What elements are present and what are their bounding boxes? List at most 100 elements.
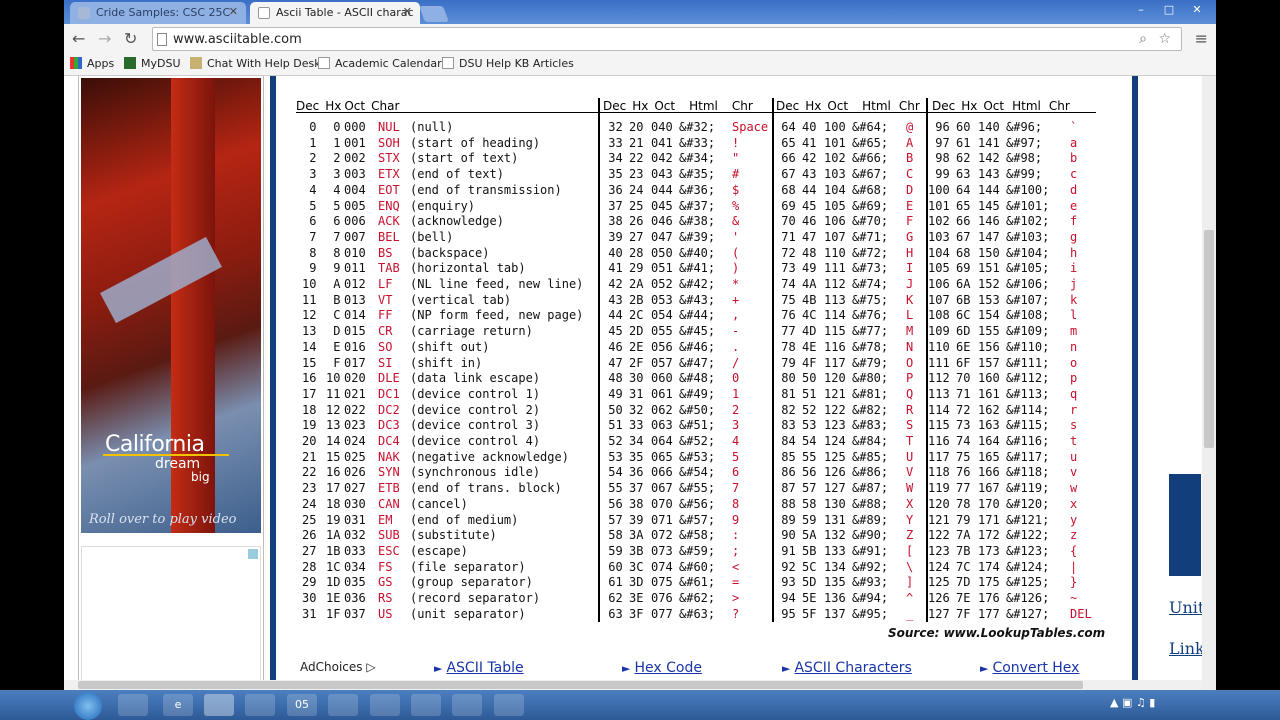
california-ad-image[interactable]: California dream big Roll over to play v…	[81, 78, 261, 533]
char-hex: 34	[629, 434, 644, 448]
dec-value: 14	[302, 339, 317, 354]
oct-value: 021	[344, 386, 366, 401]
ad-placeholder-box	[81, 546, 261, 686]
bookmark-chat-help-desk[interactable]: Chat With Help Desk	[190, 57, 321, 70]
taskbar-app[interactable]	[452, 694, 482, 716]
close-tab-icon[interactable]: ✕	[229, 5, 238, 18]
char-oct: 047	[651, 229, 673, 244]
bookmark-mydsu[interactable]: MyDSU	[124, 57, 181, 70]
taskbar-app[interactable]	[411, 694, 441, 716]
char-dec: 77	[774, 324, 796, 339]
forward-arrow-icon[interactable]: →	[98, 29, 111, 48]
ad-subtitle-2: big	[191, 470, 210, 484]
horizontal-scrollbar[interactable]	[64, 680, 1202, 690]
side-link-link[interactable]: Link	[1169, 639, 1205, 658]
bookmark-academic-calendar[interactable]: Academic Calendar	[318, 57, 442, 70]
char-hex: 51	[802, 386, 817, 401]
adchoices-link[interactable]: AdChoices ▷	[300, 660, 376, 674]
scroll-thumb[interactable]	[1204, 230, 1214, 448]
nav-link-convert-hex[interactable]: ► Convert Hex	[980, 660, 1079, 676]
maximize-button[interactable]: □	[1156, 2, 1182, 18]
control-abbrev: NUL	[378, 120, 400, 134]
char-hex: 7C	[956, 559, 971, 574]
new-tab-button[interactable]	[419, 6, 449, 22]
char-chr: Y	[906, 512, 914, 527]
taskbar-app[interactable]: 05	[287, 694, 317, 716]
nav-link-ascii-characters[interactable]: ► ASCII Characters	[782, 660, 912, 676]
char-dec: 83	[774, 418, 796, 433]
control-description: (record separator)	[410, 591, 541, 605]
char-oct: 041	[651, 135, 673, 150]
char-oct: 154	[978, 308, 1000, 323]
char-dec: 126	[928, 591, 950, 605]
char-oct: 161	[978, 386, 1000, 401]
taskbar-ie[interactable]: e	[163, 694, 193, 716]
control-abbrev: ENQ	[378, 198, 400, 213]
char-oct: 121	[824, 386, 846, 401]
taskbar-powerpoint[interactable]	[370, 694, 400, 716]
char-oct: 171	[978, 512, 1000, 527]
char-chr: ,	[732, 308, 740, 323]
zoom-icon[interactable]: ⌕	[1139, 31, 1147, 47]
dec-value: 4	[302, 182, 317, 197]
char-hex: 57	[802, 481, 817, 496]
control-abbrev: SO	[378, 339, 393, 354]
char-html: &#98;	[1006, 151, 1043, 166]
char-hex: 78	[956, 496, 971, 511]
char-oct: 106	[824, 214, 846, 229]
tab-ascii-table[interactable]: Ascii Table - ASCII charac ✕	[250, 2, 420, 24]
char-dec: 101	[928, 198, 950, 213]
scroll-thumb[interactable]	[78, 681, 1083, 689]
side-link-unit[interactable]: Unit	[1169, 598, 1204, 617]
dec-value: 30	[302, 591, 317, 605]
char-html: &#46;	[679, 339, 716, 354]
close-tab-icon[interactable]: ✕	[403, 5, 412, 18]
bookmark-help-kb[interactable]: DSU Help KB Articles	[442, 57, 574, 70]
vertical-scrollbar[interactable]	[1202, 76, 1216, 690]
reload-icon[interactable]: ↻	[124, 29, 137, 48]
char-html: &#49;	[679, 386, 716, 401]
close-window-button[interactable]: ✕	[1184, 2, 1210, 18]
address-bar[interactable]: www.asciitable.com ⌕ ☆	[152, 27, 1182, 51]
char-chr: }	[1070, 575, 1078, 590]
char-dec: 37	[601, 198, 623, 213]
start-button[interactable]	[74, 692, 102, 720]
taskbar-firefox[interactable]	[245, 694, 275, 716]
bookmark-star-icon[interactable]: ☆	[1158, 31, 1171, 47]
menu-icon[interactable]: ≡	[1195, 29, 1208, 48]
oct-value: 023	[344, 418, 366, 433]
minimize-button[interactable]: –	[1128, 2, 1154, 18]
taskbar-explorer[interactable]	[118, 694, 148, 716]
ad-info-icon[interactable]	[248, 549, 258, 559]
char-oct: 055	[651, 324, 673, 339]
control-abbrev: CR	[378, 324, 393, 339]
taskbar-app[interactable]	[328, 694, 358, 716]
tab-code-samples[interactable]: Cride Samples: CSC 25C ✕	[70, 2, 246, 24]
back-arrow-icon[interactable]: ←	[72, 29, 85, 48]
control-description: (synchronous idle)	[410, 465, 541, 480]
taskbar-chrome[interactable]	[204, 694, 234, 716]
char-oct: 115	[824, 324, 846, 339]
char-html: &#89;	[852, 512, 889, 527]
nav-link-ascii-table[interactable]: ► ASCII Table	[434, 660, 524, 676]
char-dec: 99	[928, 167, 950, 182]
char-hex: 73	[956, 418, 971, 433]
system-tray[interactable]: ▲ ▣ ♫ ▮	[1110, 696, 1155, 709]
char-html: &#52;	[679, 434, 716, 448]
char-hex: 59	[802, 512, 817, 527]
char-dec: 111	[928, 355, 950, 370]
char-chr: F	[906, 214, 914, 229]
hex-value: 1A	[326, 528, 341, 543]
char-oct: 057	[651, 355, 673, 370]
char-chr: B	[906, 151, 914, 166]
char-html: &#126;	[1006, 591, 1050, 605]
bookmark-apps[interactable]: Apps	[70, 57, 114, 70]
taskbar-app[interactable]	[494, 694, 524, 716]
char-chr: ]	[906, 575, 914, 590]
nav-link-hex-code[interactable]: ► Hex Code	[622, 660, 702, 676]
hex-value: 1F	[326, 606, 341, 621]
char-oct: 075	[651, 575, 673, 590]
char-html: &#121;	[1006, 512, 1050, 527]
char-dec: 100	[928, 182, 950, 197]
char-html: &#116;	[1006, 434, 1050, 448]
